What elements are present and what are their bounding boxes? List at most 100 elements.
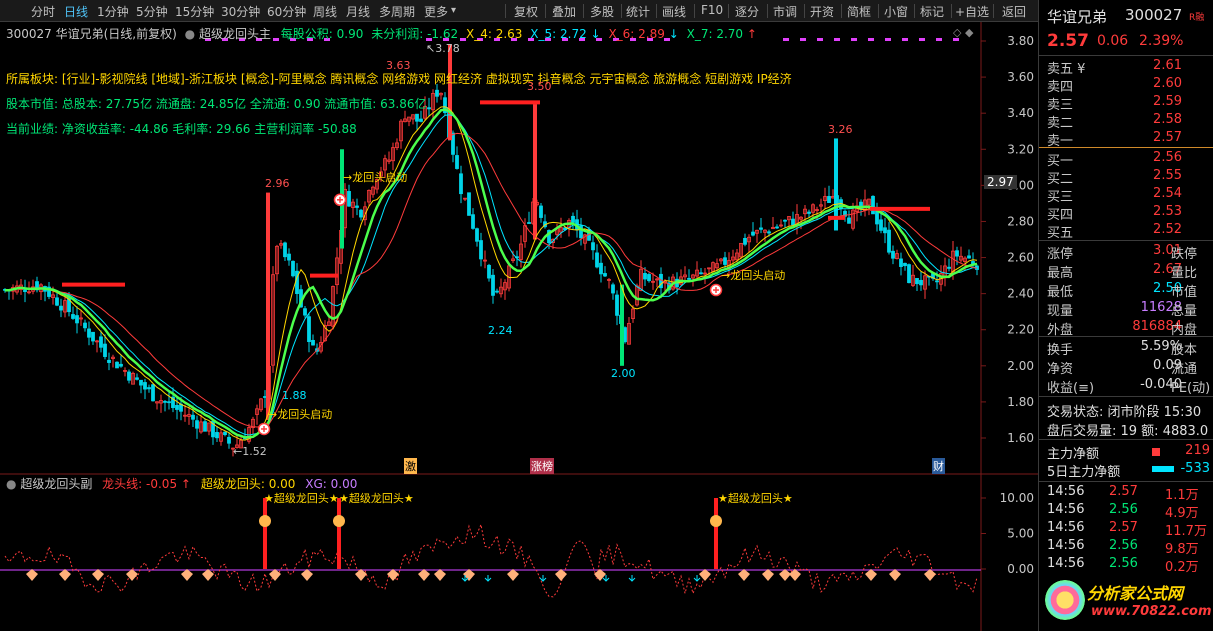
candle-down bbox=[59, 305, 63, 311]
stat-label: 净资 bbox=[1047, 362, 1074, 377]
tick-price: 2.57 bbox=[1109, 520, 1138, 535]
label-188: 1.88 bbox=[282, 389, 307, 402]
axis-label: 2.80 bbox=[1007, 214, 1034, 228]
bid-row[interactable]: 买四 2.53 bbox=[1047, 204, 1212, 223]
signal-label-2: →龙回头启动 bbox=[343, 171, 408, 184]
candle-down bbox=[827, 196, 831, 203]
marker-cai[interactable]: 财 bbox=[932, 458, 945, 474]
ask-row[interactable]: 卖二 2.58 bbox=[1047, 112, 1212, 131]
tab-fenshi[interactable]: 分时 bbox=[31, 3, 55, 20]
small-window-button[interactable]: 小窗 bbox=[884, 3, 908, 20]
mark-button[interactable]: 标记 bbox=[920, 3, 944, 20]
ask-row[interactable]: 卖四 2.60 bbox=[1047, 76, 1212, 95]
diamond-icon bbox=[181, 569, 193, 581]
candle-down bbox=[83, 322, 87, 329]
tab-monthly[interactable]: 月线 bbox=[346, 3, 370, 20]
tick-price: 2.56 bbox=[1109, 502, 1138, 517]
jiankuang-button[interactable]: 简框 bbox=[847, 3, 871, 20]
tab-30min[interactable]: 30分钟 bbox=[221, 3, 260, 20]
kaizi-button[interactable]: 开资 bbox=[810, 3, 834, 20]
tick-volume: 1.1万 bbox=[1165, 488, 1199, 503]
multi-stock-button[interactable]: 多股 bbox=[590, 3, 614, 20]
overlay-button[interactable]: 叠加 bbox=[552, 3, 576, 20]
bid-row[interactable]: 买五 2.52 bbox=[1047, 222, 1212, 241]
bid-label: 买一 bbox=[1047, 154, 1074, 169]
axis-label: 3.60 bbox=[1007, 70, 1034, 84]
collapse-icon[interactable]: ● bbox=[6, 477, 16, 491]
main-net-label[interactable]: 主力净额 bbox=[1047, 443, 1099, 462]
tab-multi-period[interactable]: 多周期 bbox=[379, 3, 415, 20]
divider bbox=[1039, 396, 1213, 397]
ask-row[interactable]: 卖五 ¥ 2.61 bbox=[1047, 58, 1212, 77]
stat-label-2: PE(动) bbox=[1171, 381, 1211, 396]
stat-label: 收益(≡) bbox=[1047, 381, 1095, 396]
zhufen-button[interactable]: 逐分 bbox=[735, 3, 759, 20]
candle-down bbox=[195, 420, 199, 429]
tab-weekly[interactable]: 周线 bbox=[313, 3, 337, 20]
fuquan-button[interactable]: 复权 bbox=[514, 3, 538, 20]
separator bbox=[583, 4, 584, 18]
capital-line: 股本市值: 总股本: 27.75亿 流通盘: 24.85亿 全流通: 0.90 … bbox=[6, 97, 427, 111]
draw-line-button[interactable]: 画线 bbox=[662, 3, 686, 20]
candle-down bbox=[107, 359, 111, 363]
stat-label: 换手 bbox=[1047, 343, 1074, 358]
stat-row: 最低 2.50 市值 bbox=[1047, 281, 1212, 300]
marker-ji[interactable]: 激 bbox=[404, 458, 417, 474]
x6-line bbox=[5, 132, 978, 428]
candle-down bbox=[303, 308, 307, 316]
diamond-icon bbox=[26, 569, 38, 581]
x6-value: 2.89 bbox=[638, 27, 665, 41]
ask-price: 2.57 bbox=[1153, 130, 1182, 145]
candle-down bbox=[435, 89, 439, 97]
ltx-line bbox=[4, 522, 978, 598]
ask-row[interactable]: 卖一 2.57 bbox=[1047, 130, 1212, 149]
label-224: 2.24 bbox=[488, 324, 513, 337]
x5-value: 2.72 bbox=[560, 27, 587, 41]
arrow-upleft-icon: ↖ bbox=[426, 42, 436, 55]
tab-more[interactable]: 更多 bbox=[424, 3, 448, 20]
bid-row[interactable]: 买三 2.54 bbox=[1047, 186, 1212, 205]
ask-label: 卖二 bbox=[1047, 116, 1074, 131]
tab-15min[interactable]: 15分钟 bbox=[175, 3, 214, 20]
candle-down bbox=[467, 192, 471, 216]
diamond-icon bbox=[59, 569, 71, 581]
tab-60min[interactable]: 60分钟 bbox=[267, 3, 306, 20]
candle-down bbox=[291, 260, 295, 277]
header-right-icons[interactable]: ◇ ◆ bbox=[953, 26, 973, 39]
main5-label[interactable]: 5日主力净额 bbox=[1047, 461, 1120, 480]
diamond-icon bbox=[92, 569, 104, 581]
signal-dash bbox=[817, 38, 823, 41]
back-button[interactable]: 返回 bbox=[1002, 3, 1026, 20]
candle-down bbox=[903, 262, 907, 267]
stats-button[interactable]: 统计 bbox=[626, 3, 650, 20]
main-header-line: 300027 华谊兄弟(日线,前复权) ● 超级龙回头主 每股公积: 0.90 … bbox=[6, 25, 757, 42]
star-label-1: ★超级龙回头★ bbox=[264, 492, 339, 505]
collapse-icon[interactable]: ● bbox=[185, 27, 195, 41]
sector-line: 所属板块: [行业]-影视院线 [地域]-浙江板块 [概念]-阿里概念 腾讯概念… bbox=[6, 72, 792, 86]
diamond-icon bbox=[555, 569, 567, 581]
more-caret-icon[interactable]: ▾ bbox=[451, 5, 456, 16]
candle-down bbox=[479, 240, 483, 260]
indicator-name[interactable]: 超级龙回头主 bbox=[199, 27, 271, 41]
shidiao-button[interactable]: 市调 bbox=[773, 3, 797, 20]
tab-5min[interactable]: 5分钟 bbox=[136, 3, 168, 20]
tab-1min[interactable]: 1分钟 bbox=[97, 3, 129, 20]
ask-label: 卖三 bbox=[1047, 98, 1074, 113]
bid-row[interactable]: 买二 2.55 bbox=[1047, 168, 1212, 187]
candlestick-chart[interactable]: 3.803.603.403.203.002.802.602.402.202.00… bbox=[0, 22, 1038, 631]
marker-zhangbang[interactable]: 涨榜 bbox=[530, 458, 554, 474]
stat-label: 现量 bbox=[1047, 304, 1074, 319]
tab-rixian[interactable]: 日线 bbox=[64, 3, 88, 20]
ask-row[interactable]: 卖三 2.59 bbox=[1047, 94, 1212, 113]
f10-button[interactable]: F10 bbox=[701, 3, 723, 17]
sub-indicator-name[interactable]: 超级龙回头副 bbox=[20, 477, 92, 491]
signal-label-3: →龙回头启动 bbox=[721, 269, 786, 282]
signal-dash bbox=[800, 38, 806, 41]
signal-dash bbox=[868, 38, 874, 41]
add-watchlist-button[interactable]: +自选 bbox=[955, 3, 989, 20]
separator bbox=[621, 4, 622, 18]
candle-down bbox=[935, 280, 939, 283]
bid-row[interactable]: 买一 2.56 bbox=[1047, 150, 1212, 169]
tick-volume: 11.7万 bbox=[1165, 524, 1207, 539]
sub-indicator-group bbox=[4, 498, 978, 598]
